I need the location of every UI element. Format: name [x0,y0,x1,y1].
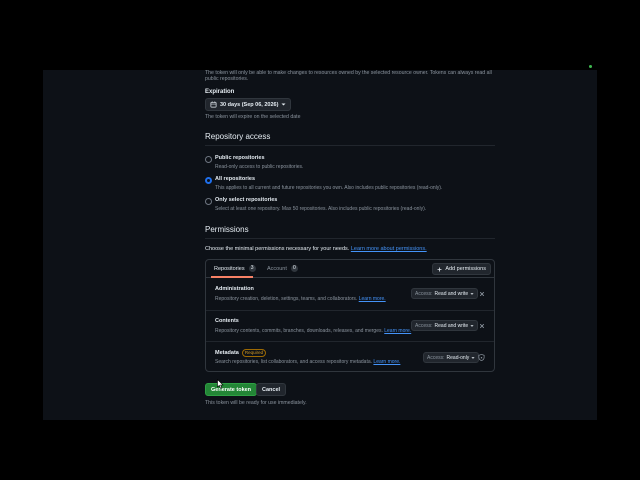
learn-more-link[interactable]: Learn more. [384,328,411,334]
permission-description: Repository contents, commits, branches, … [215,328,411,334]
expiration-value: 30 days (Sep 06, 2026) [220,101,279,108]
learn-more-link[interactable]: Learn more. [359,296,386,302]
radio-description: Read-only access to public repositories. [215,164,304,170]
remove-permission-icon[interactable] [479,291,485,297]
add-permissions-label: Add permissions [445,266,486,272]
radio-button-checked[interactable] [205,177,212,184]
active-tab-indicator [211,276,253,278]
access-select[interactable]: Access: Read and write [411,320,479,331]
divider [205,145,495,146]
permission-name: Metadata Required [215,349,267,357]
permission-description: Search repositories, list collaborators,… [215,359,400,365]
radio-description: Select at least one repository. Max 50 r… [215,206,427,212]
permission-description: Repository creation, deletion, settings,… [215,296,386,302]
tab-count: 0 [290,265,298,272]
shield-lock-icon [478,354,485,361]
radio-label: Only select repositories [215,197,278,203]
tab-label: Repositories [214,265,245,272]
calendar-icon [210,101,217,108]
access-select[interactable]: Access: Read-only [423,352,480,363]
cancel-button[interactable]: Cancel [256,383,287,396]
permissions-intro: Choose the minimal permissions necessary… [205,246,427,252]
permission-description-text: Repository creation, deletion, settings,… [215,296,358,302]
expiration-note: The token will expire on the selected da… [205,114,301,120]
tab-label: Account [267,265,287,272]
caret-down-icon [470,324,474,327]
radio-button[interactable] [205,156,212,163]
radio-description: This applies to all current and future r… [215,185,443,191]
tab-count: 3 [248,265,256,272]
permission-name-text: Contents [215,318,239,324]
repository-access-title: Repository access [205,132,271,141]
access-value: Read and write [434,322,469,329]
access-label: Access: [415,290,433,297]
add-permissions-button[interactable]: Add permissions [432,263,491,275]
permission-description-text: Repository contents, commits, branches, … [215,328,383,334]
access-select[interactable]: Access: Read and write [411,288,479,299]
learn-more-permissions-link[interactable]: Learn more about permissions. [351,246,427,252]
expiration-label: Expiration [205,89,235,95]
access-label: Access: [427,354,445,361]
settings-window: The token will only be able to make chan… [43,70,597,420]
access-value: Read and write [434,290,469,297]
radio-label: Public repositories [215,155,265,161]
permission-name-text: Administration [215,286,254,292]
permission-name: Contents [215,318,239,324]
permission-row-metadata: Metadata Required Search repositories, l… [206,341,494,371]
permissions-panel: Repositories 3 Account 0 Add permissions… [205,259,495,372]
plus-icon [437,267,442,271]
remove-permission-icon[interactable] [479,323,485,329]
caret-down-icon [281,103,286,106]
mouse-cursor-icon [217,379,224,389]
access-value: Read-only [446,354,470,361]
caret-down-icon [470,292,474,295]
permission-name-text: Metadata [215,350,239,356]
expiration-select[interactable]: 30 days (Sep 06, 2026) [205,98,292,111]
status-dot [589,65,592,68]
caret-down-icon [471,356,475,359]
divider [205,238,495,239]
resource-owner-note: The token will only be able to make chan… [205,70,492,82]
token-ready-note: This token will be ready for use immedia… [205,400,307,406]
tab-repositories[interactable]: Repositories 3 [214,265,256,272]
learn-more-link[interactable]: Learn more. [373,359,400,365]
radio-label: All repositories [215,176,256,182]
tab-account[interactable]: Account 0 [267,265,298,272]
permission-row-administration: Administration Repository creation, dele… [206,279,494,310]
permission-row-contents: Contents Repository contents, commits, b… [206,310,494,341]
permissions-title: Permissions [205,225,249,234]
required-badge: Required [241,349,267,357]
permissions-intro-text: Choose the minimal permissions necessary… [205,246,350,252]
permissions-tabs: Repositories 3 Account 0 Add permissions [206,260,494,278]
access-label: Access: [415,322,433,329]
permission-name: Administration [215,286,254,292]
radio-button[interactable] [205,198,212,205]
permission-description-text: Search repositories, list collaborators,… [215,359,373,365]
generate-token-button[interactable]: Generate token [205,383,258,396]
